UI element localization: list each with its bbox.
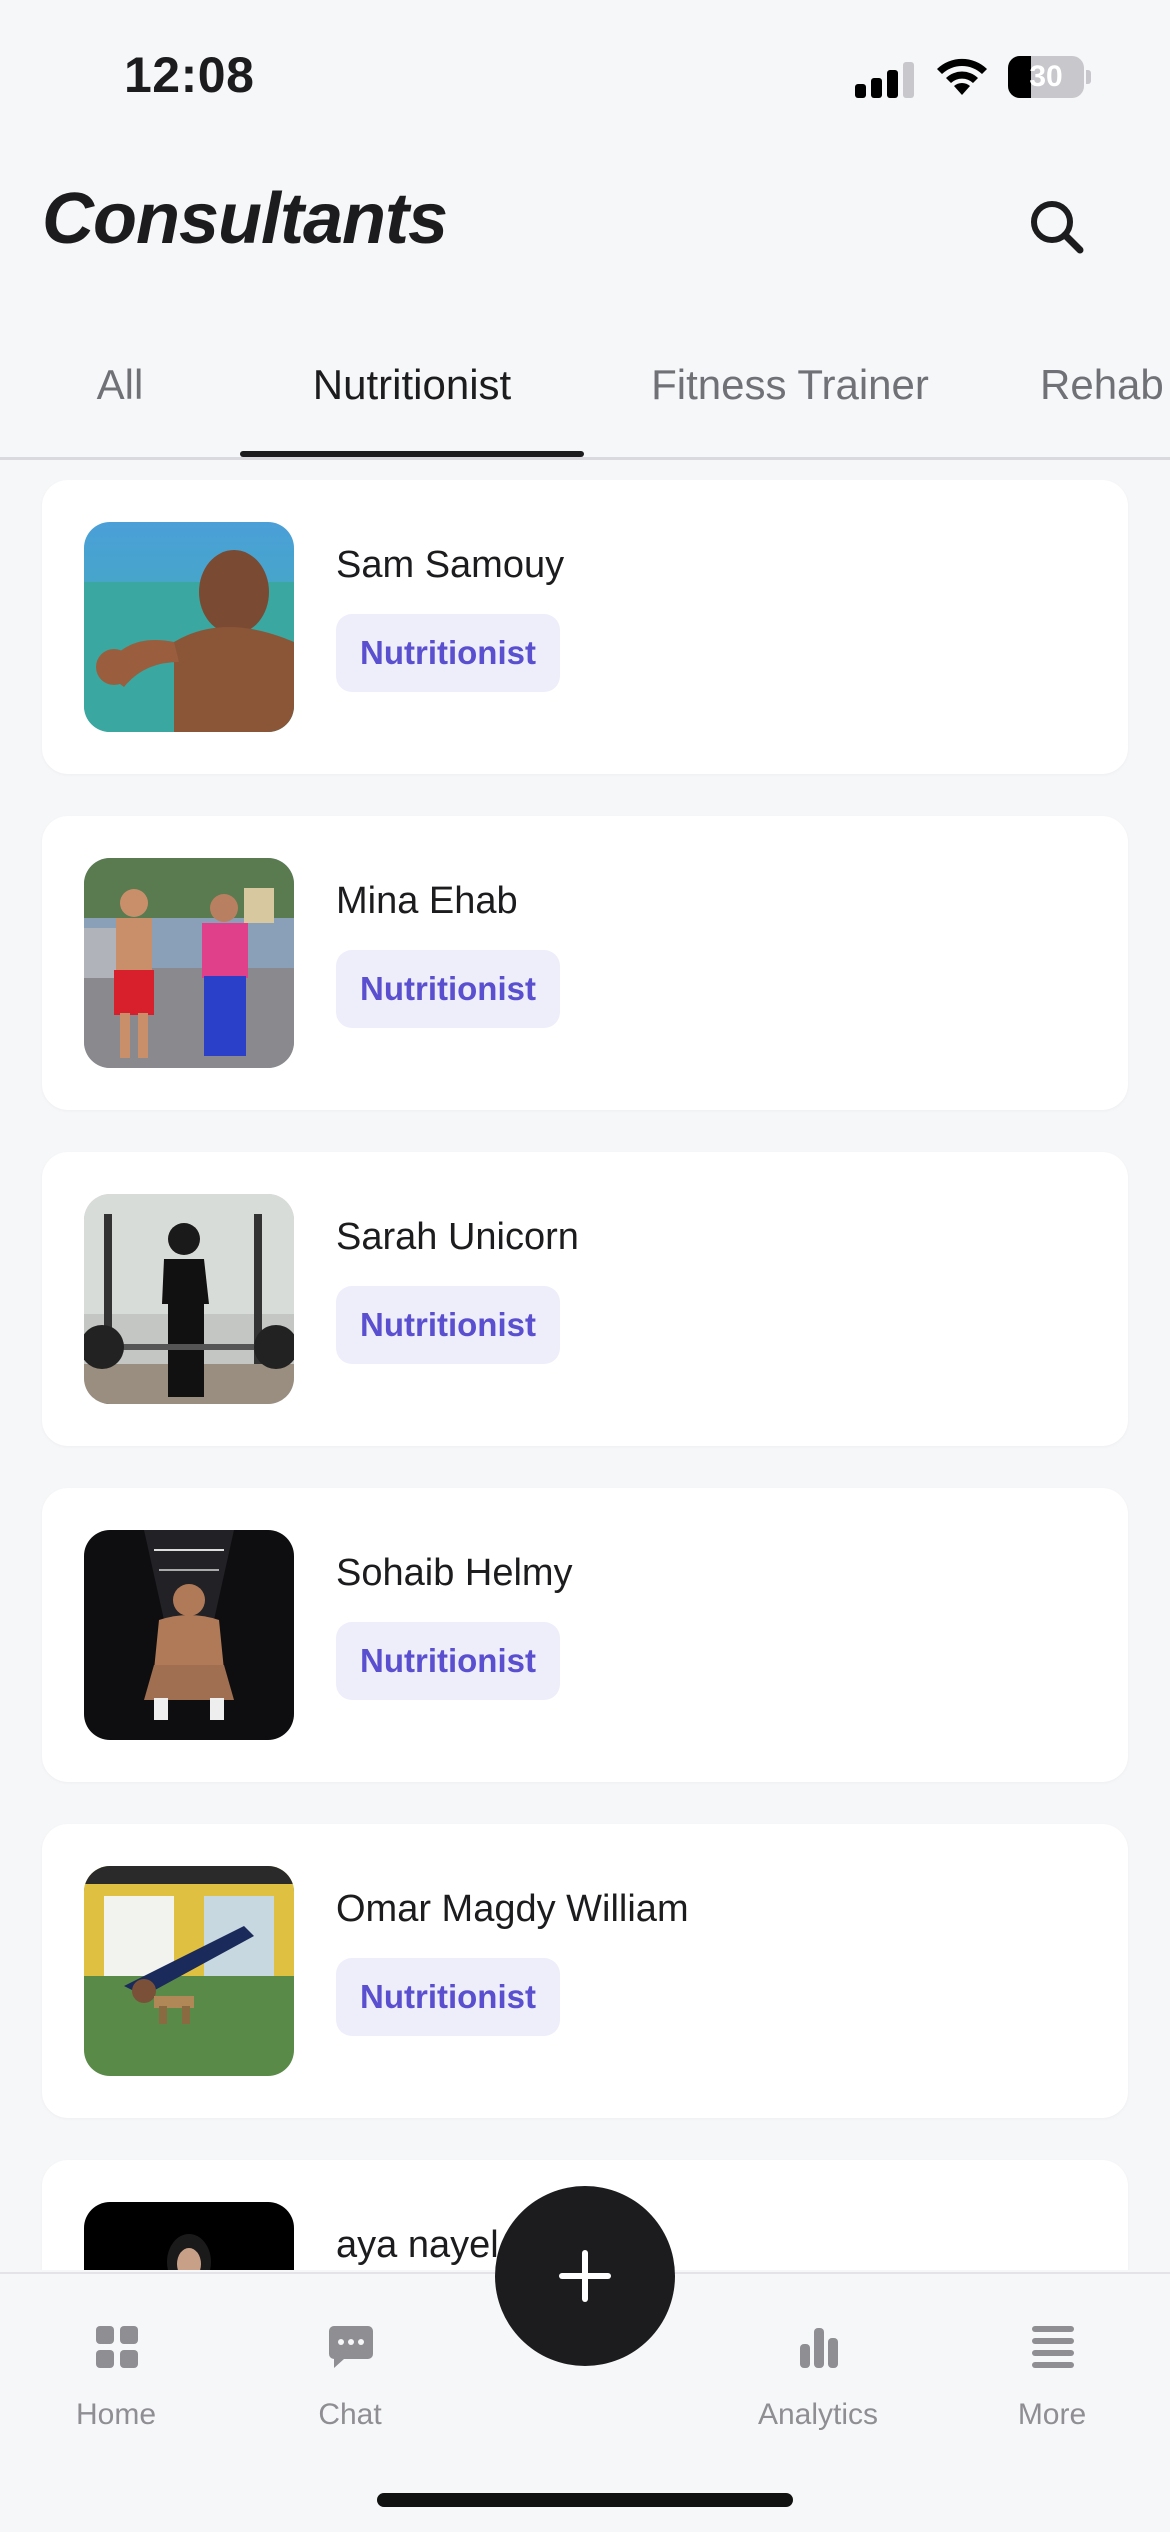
- tab-rehab[interactable]: Rehab: [1040, 340, 1170, 457]
- role-badge: Nutritionist: [336, 1622, 560, 1700]
- nav-chat[interactable]: Chat: [260, 2294, 440, 2444]
- tab-all[interactable]: All: [70, 340, 170, 457]
- consultant-name: Mina Ehab: [336, 880, 518, 922]
- status-bar: 12:08 30: [0, 0, 1170, 150]
- consultant-name: Sohaib Helmy: [336, 1552, 573, 1594]
- battery-percent: 30: [1029, 60, 1063, 93]
- consultant-card[interactable]: Mina Ehab Nutritionist: [42, 816, 1128, 1110]
- plus-icon: [559, 2250, 611, 2302]
- consultant-card[interactable]: Omar Magdy William Nutritionist: [42, 1824, 1128, 2118]
- consultant-name: Sam Samouy: [336, 544, 565, 586]
- home-indicator: [377, 2493, 793, 2507]
- role-badge: Nutritionist: [336, 614, 560, 692]
- status-time: 12:08: [124, 47, 255, 103]
- consultant-avatar: [84, 1866, 294, 2076]
- nav-label: Home: [75, 2398, 157, 2431]
- consultant-card[interactable]: Sarah Unicorn Nutritionist: [42, 1152, 1128, 1446]
- wifi-icon: [937, 58, 987, 95]
- consultant-avatar: [84, 1194, 294, 1404]
- consultant-avatar: [84, 858, 294, 1068]
- cellular-signal-icon: [855, 58, 915, 98]
- page-title: Consultants: [42, 179, 448, 259]
- nav-label: Chat: [318, 2398, 382, 2431]
- tab-fitness-trainer[interactable]: Fitness Trainer: [630, 340, 950, 457]
- bar-chart-icon: [800, 2328, 838, 2368]
- nav-label: Analytics: [757, 2398, 879, 2431]
- role-badge: Nutritionist: [336, 1286, 560, 1364]
- tab-nutritionist[interactable]: Nutritionist: [240, 340, 584, 457]
- search-icon: [1031, 201, 1084, 254]
- consultant-avatar: [84, 1530, 294, 1740]
- battery-icon: 30: [1008, 56, 1091, 98]
- consultant-avatar: [84, 2202, 294, 2270]
- consultant-name: aya nayel: [336, 2224, 499, 2266]
- consultant-card[interactable]: Sam Samouy Nutritionist: [42, 480, 1128, 774]
- consultant-card[interactable]: Sohaib Helmy Nutritionist: [42, 1488, 1128, 1782]
- role-badge: Nutritionist: [336, 1958, 560, 2036]
- nav-more[interactable]: More: [962, 2294, 1142, 2444]
- consultant-name: Sarah Unicorn: [336, 1216, 579, 1258]
- grid-icon: [96, 2326, 138, 2368]
- nav-label: More: [1017, 2398, 1087, 2431]
- consultant-name: Omar Magdy William: [336, 1888, 689, 1930]
- category-tabs: All Nutritionist Fitness Trainer Rehab: [0, 340, 1170, 460]
- nav-analytics[interactable]: Analytics: [728, 2294, 908, 2444]
- consultant-avatar: [84, 522, 294, 732]
- role-badge: Nutritionist: [336, 950, 560, 1028]
- search-button[interactable]: [1022, 192, 1092, 262]
- chat-bubble-icon: [329, 2326, 373, 2368]
- nav-home[interactable]: Home: [26, 2294, 206, 2444]
- menu-icon: [1032, 2326, 1074, 2368]
- add-button[interactable]: [495, 2186, 675, 2366]
- consultant-list[interactable]: Sam Samouy Nutritionist Mina Ehab Nutrit: [0, 480, 1170, 2270]
